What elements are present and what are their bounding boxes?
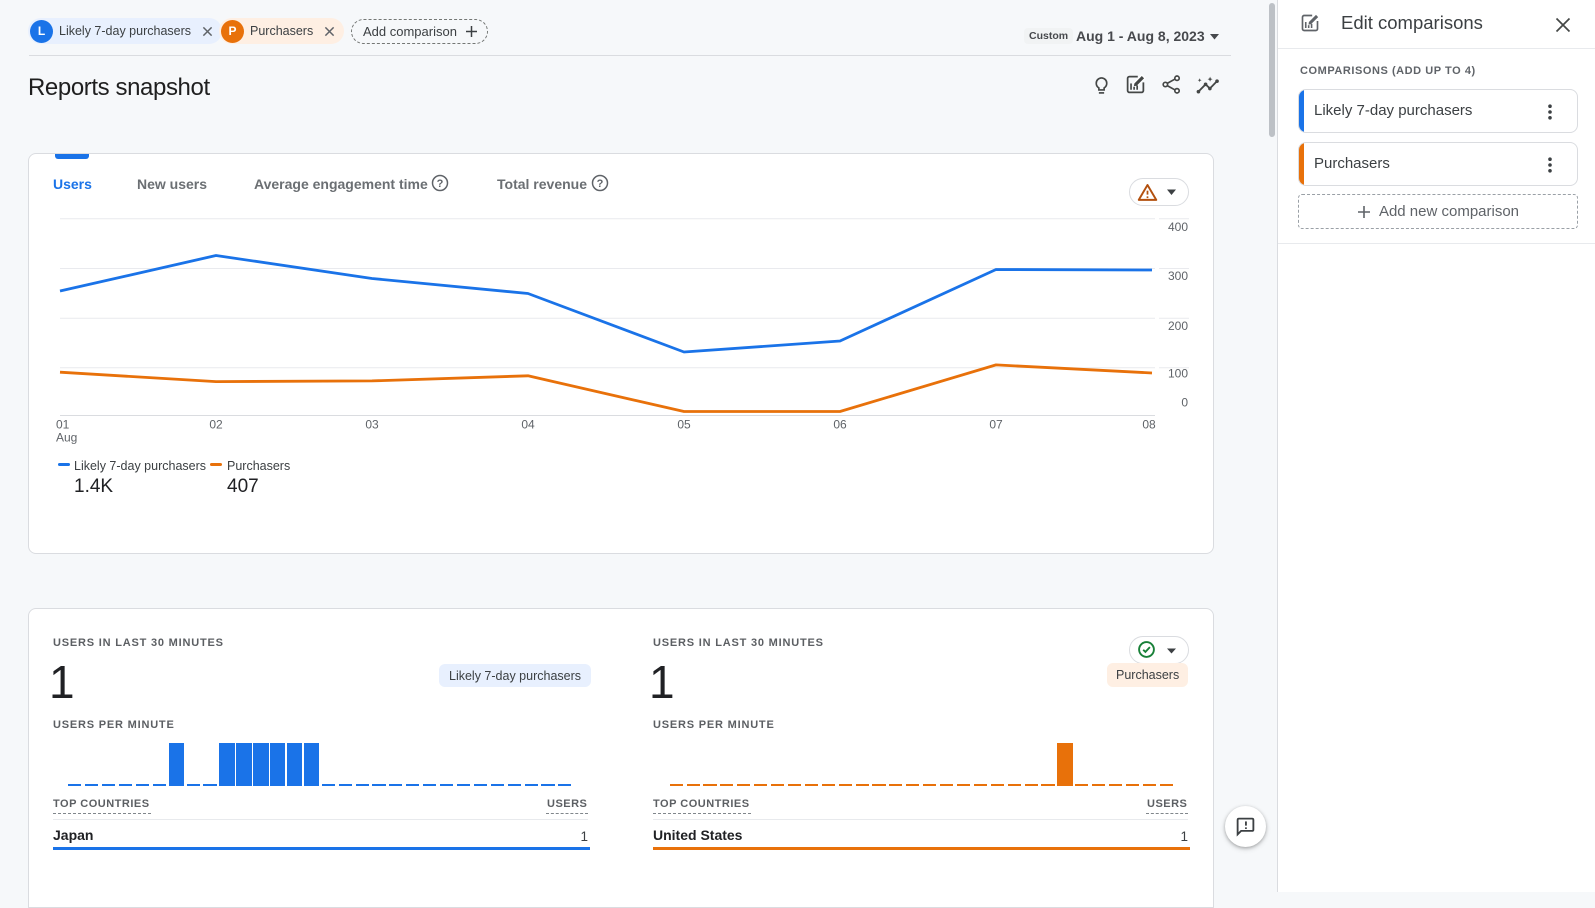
svg-text:07: 07 <box>989 418 1003 432</box>
svg-text:300: 300 <box>1168 269 1188 283</box>
svg-text:400: 400 <box>1168 220 1188 234</box>
svg-text:08: 08 <box>1142 418 1156 432</box>
svg-text:04: 04 <box>521 418 535 432</box>
svg-text:?: ? <box>437 178 444 190</box>
svg-text:01: 01 <box>56 418 70 432</box>
svg-text:03: 03 <box>365 418 379 432</box>
svg-text:?: ? <box>597 178 604 190</box>
svg-text:02: 02 <box>209 418 223 432</box>
svg-text:200: 200 <box>1168 319 1188 333</box>
svg-text:100: 100 <box>1168 367 1188 381</box>
svg-text:Aug: Aug <box>56 431 77 445</box>
svg-text:0: 0 <box>1181 396 1188 410</box>
svg-text:06: 06 <box>833 418 847 432</box>
svg-text:05: 05 <box>677 418 691 432</box>
